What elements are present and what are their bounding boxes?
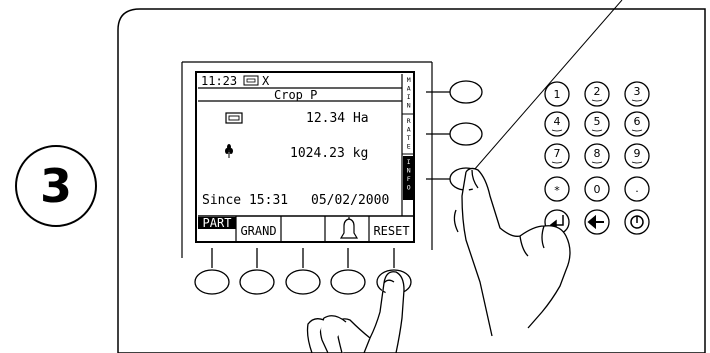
side-button-main [449, 80, 483, 104]
console-drawing [15, 0, 706, 353]
since-date: 05/02/2000 [311, 193, 390, 208]
area-value: 12.34 Ha [306, 111, 369, 126]
weight-value: 1024.23 kg [290, 146, 369, 161]
tab-rate[interactable]: RATE [403, 117, 413, 153]
step-number: 3 [39, 159, 72, 213]
tab-main[interactable]: MAIN [403, 76, 413, 112]
instruction-diagram: 3 11:23 X Crop P 12.34 Ha 1024.23 kg Sin… [0, 0, 710, 353]
display-status-suffix: X [262, 74, 270, 88]
softkey-blank[interactable] [281, 221, 325, 241]
tab-info[interactable]: INFO [403, 158, 413, 198]
keypad [544, 81, 650, 235]
side-button-rate [449, 122, 483, 146]
crop-label: Crop P [274, 88, 318, 102]
softkey-reset[interactable]: RESET [369, 221, 414, 241]
display-time: 11:23 [201, 74, 238, 88]
bottom-buttons [194, 248, 412, 295]
softkey-grand[interactable]: GRAND [236, 221, 281, 241]
softkey-part[interactable]: PART [198, 216, 236, 230]
since-time: Since 15:31 [202, 193, 289, 208]
